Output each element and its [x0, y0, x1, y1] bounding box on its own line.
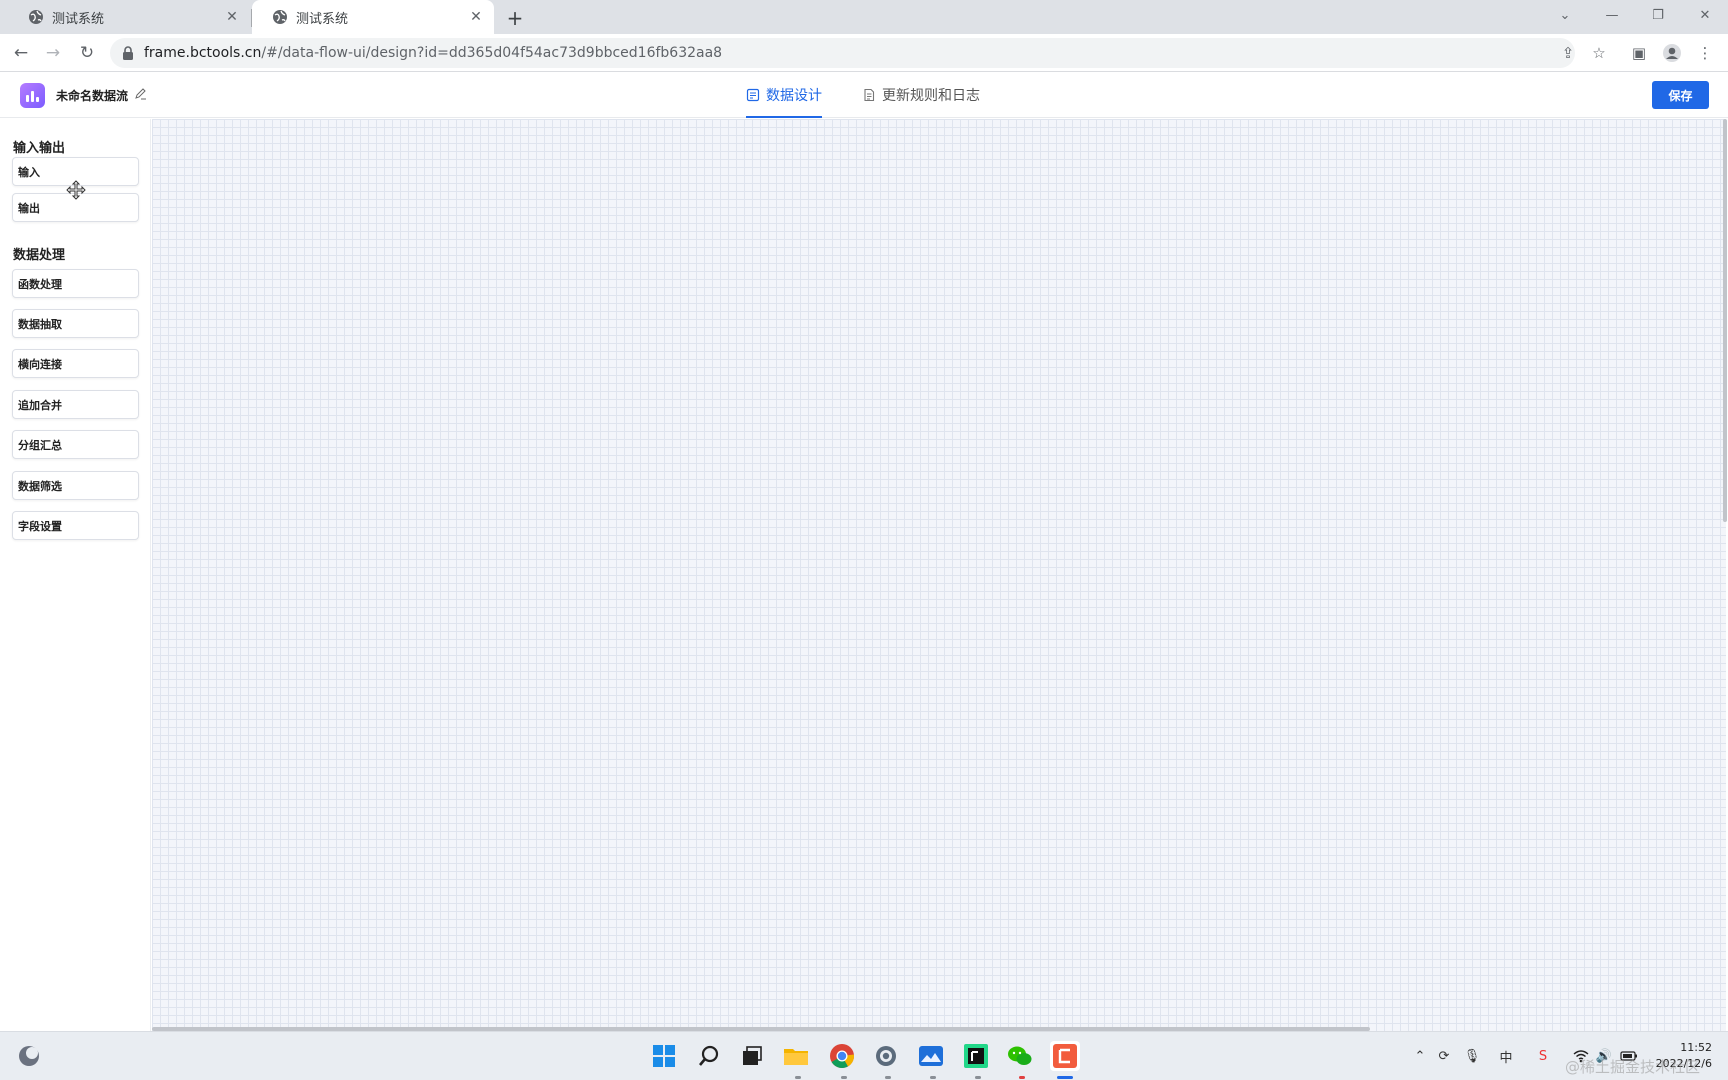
weather-icon[interactable] [14, 1041, 44, 1071]
tab-update-rules[interactable]: 更新规则和日志 [862, 72, 980, 118]
url-host: frame.bctools.cn [144, 45, 262, 61]
palette-node-filter[interactable]: 数据筛选 [12, 471, 139, 500]
globe-icon [273, 10, 287, 24]
document-icon [864, 88, 875, 102]
flow-name[interactable]: 未命名数据流 [56, 87, 128, 104]
taskbar-running-indicator [795, 1076, 801, 1079]
url-text: frame.bctools.cn/#/data-flow-ui/design?i… [144, 45, 722, 61]
close-icon[interactable]: ✕ [468, 9, 484, 25]
edit-pencil-icon[interactable] [134, 87, 147, 100]
design-tabs: 数据设计 更新规则和日志 [746, 72, 1020, 118]
forward-arrow-icon[interactable]: → [40, 40, 66, 66]
watermark-text: @稀土掘金技术社区 [1565, 1058, 1701, 1076]
browser-tab-1[interactable]: 测试系统 ✕ [8, 0, 250, 34]
tab-data-design[interactable]: 数据设计 [746, 72, 822, 118]
design-doc-icon [746, 88, 760, 102]
palette-node-join[interactable]: 横向连接 [12, 349, 139, 378]
tab-search-chevron-icon[interactable]: ⌄ [1543, 0, 1587, 30]
ime-indicator[interactable]: 中 [1497, 1047, 1515, 1066]
palette-node-function[interactable]: 函数处理 [12, 269, 139, 298]
url-path: /#/data-flow-ui/design?id=dd365d04f54ac7… [261, 45, 723, 61]
sogou-ime-icon[interactable]: S [1534, 1047, 1552, 1065]
tray-chevron-up-icon[interactable]: ⌃ [1411, 1047, 1429, 1065]
more-menu-icon[interactable]: ⋮ [1694, 42, 1716, 64]
close-icon[interactable]: ✕ [224, 9, 240, 25]
taskbar-running-indicator [930, 1076, 936, 1079]
browser-tab-2[interactable]: 测试系统 ✕ [252, 0, 494, 34]
move-cursor-icon [66, 180, 86, 200]
settings-gear-icon[interactable] [871, 1041, 901, 1071]
browser-toolbar: ← → ↻ frame.bctools.cn/#/data-flow-ui/de… [0, 34, 1728, 72]
side-panel-icon[interactable]: ▣ [1628, 42, 1650, 64]
file-explorer-icon[interactable] [781, 1041, 811, 1071]
minimize-icon[interactable]: — [1590, 0, 1634, 30]
address-bar[interactable]: frame.bctools.cn/#/data-flow-ui/design?i… [110, 38, 1575, 68]
palette-node-extract[interactable]: 数据抽取 [12, 309, 139, 338]
group-title-io: 输入输出 [13, 141, 66, 156]
save-button[interactable]: 保存 [1652, 81, 1709, 109]
taskbar-running-indicator [841, 1076, 847, 1079]
profile-avatar-icon[interactable] [1661, 42, 1683, 64]
microphone-icon[interactable]: 🎙 [1463, 1047, 1481, 1065]
palette-node-fields[interactable]: 字段设置 [12, 511, 139, 540]
back-arrow-icon[interactable]: ← [8, 40, 34, 66]
globe-icon [29, 10, 43, 24]
canvas-vertical-scrollbar[interactable] [1723, 119, 1727, 522]
red-app-icon[interactable] [1050, 1041, 1080, 1071]
lock-icon [123, 46, 133, 60]
sync-icon[interactable]: ⟳ [1435, 1047, 1453, 1065]
taskbar-notification-indicator [1019, 1076, 1025, 1079]
share-icon[interactable]: ⇪ [1557, 42, 1579, 64]
taskbar-running-indicator [975, 1076, 981, 1079]
browser-tab-title: 测试系统 [52, 11, 105, 27]
wechat-icon[interactable] [1005, 1041, 1035, 1071]
browser-tab-strip: 测试系统 ✕ 测试系统 ✕ + ⌄ — ❐ ✕ [0, 0, 1728, 34]
os-taskbar: ⌃ ⟳ 🎙 中 S 🔊 11:52 2022/12/6 @稀土掘金技术社区 [0, 1031, 1728, 1080]
palette-node-group[interactable]: 分组汇总 [12, 430, 139, 459]
taskbar-active-indicator [1057, 1076, 1073, 1079]
clock-time: 11:52 [1680, 1041, 1712, 1054]
bookmark-star-icon[interactable]: ☆ [1588, 42, 1610, 64]
task-view-icon[interactable] [737, 1041, 767, 1071]
palette-node-append[interactable]: 追加合并 [12, 390, 139, 419]
windows-start-icon[interactable] [649, 1041, 679, 1071]
search-icon[interactable] [694, 1041, 724, 1071]
pycharm-icon[interactable] [961, 1041, 991, 1071]
browser-tab-title: 测试系统 [296, 11, 349, 27]
taskbar-running-indicator [885, 1076, 891, 1079]
photos-app-icon[interactable] [916, 1041, 946, 1071]
design-canvas[interactable] [152, 119, 1726, 1031]
new-tab-button[interactable]: + [502, 5, 528, 31]
group-title-processing: 数据处理 [13, 248, 66, 263]
tab-data-design-label: 数据设计 [766, 88, 822, 104]
restore-icon[interactable]: ❐ [1636, 0, 1680, 30]
node-palette: 输入输出 输入 输出 数据处理 函数处理 数据抽取 横向连接 追加合并 分组汇总… [0, 119, 151, 1031]
app-header: 未命名数据流 数据设计 更新规则和日志 保存 [0, 72, 1728, 118]
chrome-icon[interactable] [827, 1041, 857, 1071]
window-close-icon[interactable]: ✕ [1683, 0, 1727, 30]
chart-logo-icon [20, 83, 45, 108]
reload-icon[interactable]: ↻ [74, 40, 100, 66]
tab-update-rules-label: 更新规则和日志 [882, 88, 980, 104]
